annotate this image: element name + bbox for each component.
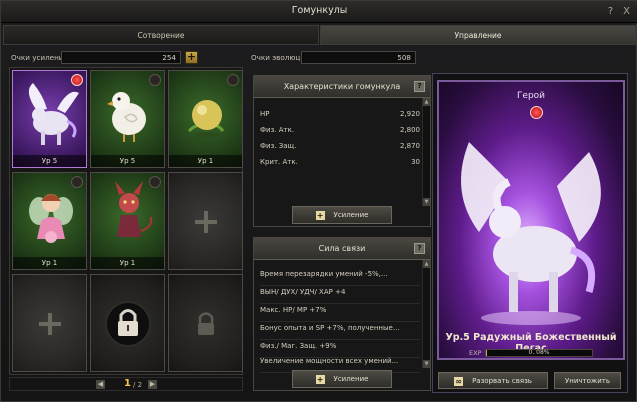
window-title: Гомункулы — [291, 5, 348, 16]
exp-text: 0. 08% — [528, 349, 550, 356]
homunculus-slot-2[interactable]: Ур 5 — [90, 70, 165, 168]
plus-icon: + — [315, 211, 325, 220]
bond-title: Сила связи — [254, 238, 430, 260]
hero-panel: Герой Ур.5 Радужный Божественный Пегас E… — [432, 73, 628, 393]
help-icon[interactable]: ? — [414, 81, 425, 92]
scroll-down-icon[interactable]: ▼ — [423, 198, 430, 206]
close-icon[interactable]: X — [620, 5, 633, 18]
slot-level: Ур 1 — [13, 257, 86, 269]
stat-value: 2,800 — [399, 126, 420, 134]
characteristics-panel: Характеристики гомункула ? HP 2,920 Физ.… — [253, 75, 431, 227]
current-page: 1 — [124, 378, 131, 389]
break-bond-button[interactable]: ∞ Разорвать связь — [438, 372, 548, 389]
enhance-points-row: Очки усиления 254 + — [11, 51, 201, 65]
add-slot-icon — [39, 313, 61, 335]
slot-level: Ур 1 — [91, 257, 164, 269]
stat-row: Крит. Атк. 30 — [260, 158, 420, 172]
bond-enhance-button[interactable]: + Усиление — [292, 370, 392, 388]
destroy-label: Уничтожить — [565, 377, 610, 385]
enhance-button-label: Усиление — [333, 211, 369, 219]
stat-label: HP — [260, 110, 270, 118]
hero-heart-icon — [530, 106, 543, 119]
bond-effect-row: ВЫН/ ДУХ/ УДЧ/ ХАР +4 — [260, 288, 420, 304]
homunculus-slot-1[interactable]: Ур 5 — [12, 70, 87, 168]
tab-creation[interactable]: Сотворение — [3, 25, 319, 45]
next-page-button[interactable]: ▶ — [148, 380, 157, 389]
slot-level: Ур 5 — [91, 155, 164, 167]
locked-slot[interactable] — [168, 274, 243, 372]
homunculus-grid: Ур 5 Ур 5 Ур 1 Ур 1 Ур 1 — [9, 67, 243, 375]
exp-bar: 0. 08% — [485, 349, 593, 357]
help-icon[interactable]: ? — [604, 5, 617, 18]
bond-effect-row: Макс. HP/ MP +7% — [260, 306, 420, 322]
characteristics-scrollbar[interactable]: ▲ ▼ — [422, 98, 430, 206]
stat-row: Физ. Атк. 2,800 — [260, 126, 420, 140]
scroll-down-icon[interactable]: ▼ — [423, 360, 430, 368]
bond-effect-row: Физ./ Маг. Защ. +9% — [260, 342, 420, 358]
homunculus-slot-3[interactable]: Ур 1 — [168, 70, 243, 168]
stat-label: Физ. Атк. — [260, 126, 295, 134]
help-icon[interactable]: ? — [414, 243, 425, 254]
pagination: ◀ 1 / 2 ▶ — [9, 377, 243, 391]
favorite-heart-icon[interactable] — [71, 176, 83, 188]
exp-label: EXP — [469, 349, 482, 357]
evolution-points-value: 508 — [301, 51, 416, 64]
stat-row: Физ. Защ. 2,870 — [260, 142, 420, 156]
enhance-points-label: Очки усиления — [11, 53, 68, 62]
slot-level: Ур 5 — [13, 155, 86, 167]
prev-page-button[interactable]: ◀ — [96, 380, 105, 389]
homunculus-window: Гомункулы ? X Сотворение Управление Очки… — [0, 0, 637, 402]
stat-value: 2,920 — [399, 110, 420, 118]
hero-portrait: Герой — [437, 80, 625, 360]
scroll-up-icon[interactable]: ▲ — [423, 260, 430, 268]
characteristics-title: Характеристики гомункула — [254, 76, 430, 98]
tab-bar: Сотворение Управление — [3, 25, 636, 45]
stat-row: HP 2,920 — [260, 110, 420, 124]
bond-effect-row: Бонус опыта и SP +7%, полученные... — [260, 324, 420, 340]
slot-level: Ур 1 — [169, 155, 242, 167]
lock-icon — [198, 312, 214, 335]
scroll-up-icon[interactable]: ▲ — [423, 98, 430, 106]
favorite-heart-icon[interactable] — [149, 176, 161, 188]
favorite-heart-icon[interactable] — [71, 74, 83, 86]
add-enhance-points-button[interactable]: + — [185, 51, 198, 64]
pegasus-portrait-icon — [461, 142, 601, 325]
lock-icon — [105, 301, 151, 347]
plus-icon: + — [315, 375, 325, 384]
enhance-button[interactable]: + Усиление — [292, 206, 392, 224]
homunculus-slot-5[interactable]: Ур 1 — [90, 172, 165, 270]
favorite-heart-icon[interactable] — [149, 74, 161, 86]
hero-label: Герой — [516, 91, 546, 101]
locked-slot[interactable] — [90, 274, 165, 372]
add-slot-icon — [195, 211, 217, 233]
chain-icon: ∞ — [454, 377, 464, 386]
empty-slot-add[interactable] — [12, 274, 87, 372]
stat-label: Крит. Атк. — [260, 158, 298, 166]
stat-value: 30 — [411, 158, 420, 166]
evolution-points-row: Очки эволюции 508 — [251, 51, 421, 65]
favorite-heart-icon[interactable] — [227, 74, 239, 86]
enhance-points-value: 254 — [61, 51, 181, 64]
homunculus-slot-4[interactable]: Ур 1 — [12, 172, 87, 270]
total-pages: / 2 — [133, 381, 143, 389]
tab-management[interactable]: Управление — [320, 25, 636, 45]
stat-value: 2,870 — [399, 142, 420, 150]
bond-scrollbar[interactable]: ▲ ▼ — [422, 260, 430, 368]
bond-enhance-button-label: Усиление — [333, 375, 369, 383]
title-bar: Гомункулы ? X — [1, 1, 637, 23]
bond-panel: Сила связи ? Время перезарядки умений -5… — [253, 237, 431, 391]
empty-slot-add[interactable] — [168, 172, 243, 270]
break-bond-label: Разорвать связь — [472, 377, 532, 385]
stat-label: Физ. Защ. — [260, 142, 297, 150]
destroy-button[interactable]: Уничтожить — [554, 372, 621, 389]
bond-effect-row: Время перезарядки умений -5%,... — [260, 270, 420, 286]
